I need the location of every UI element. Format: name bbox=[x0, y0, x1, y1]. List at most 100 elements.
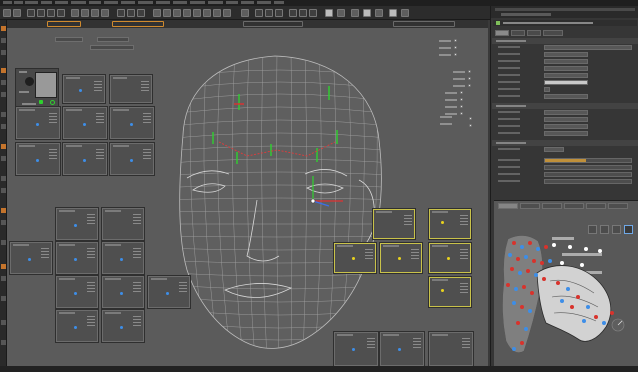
menu-mograph[interactable] bbox=[173, 1, 187, 4]
object-mode-icon[interactable] bbox=[1, 26, 6, 31]
snap-icon[interactable] bbox=[351, 9, 359, 17]
array-generator-icon[interactable] bbox=[183, 9, 191, 17]
manager-menu[interactable] bbox=[501, 13, 551, 16]
radius-field[interactable] bbox=[544, 117, 588, 122]
extrude-icon[interactable] bbox=[1, 188, 6, 193]
red-control[interactable] bbox=[510, 267, 514, 271]
control-card[interactable] bbox=[62, 74, 106, 104]
display-dropdown[interactable] bbox=[544, 110, 588, 115]
render-picture-viewer-icon[interactable] bbox=[127, 9, 135, 17]
bend-deformer-icon[interactable] bbox=[193, 9, 201, 17]
scale-tool-icon[interactable] bbox=[47, 9, 55, 17]
manager-tabs[interactable] bbox=[495, 8, 635, 11]
menu-character[interactable] bbox=[190, 1, 205, 4]
menu-animate[interactable] bbox=[104, 1, 118, 4]
redo-icon[interactable] bbox=[13, 9, 21, 17]
red-control[interactable] bbox=[556, 281, 560, 285]
red-control[interactable] bbox=[594, 315, 598, 319]
tab-coordinates[interactable] bbox=[511, 30, 525, 36]
tint-slider[interactable] bbox=[544, 158, 632, 163]
red-control[interactable] bbox=[542, 277, 546, 281]
menu-tools[interactable] bbox=[55, 1, 68, 4]
blue-control[interactable] bbox=[514, 287, 518, 291]
menu-help[interactable] bbox=[274, 1, 284, 4]
red-control[interactable] bbox=[526, 269, 530, 273]
expression-control[interactable] bbox=[460, 91, 463, 94]
pose-morph-icon[interactable] bbox=[1, 296, 6, 301]
control-card[interactable] bbox=[15, 142, 61, 176]
aspect-field[interactable] bbox=[544, 124, 588, 129]
axis-tool-icon[interactable] bbox=[1, 50, 6, 55]
enable-axis-icon[interactable] bbox=[325, 9, 333, 17]
red-control[interactable] bbox=[506, 283, 510, 287]
control-card[interactable] bbox=[101, 241, 145, 275]
render-settings-icon[interactable] bbox=[137, 9, 145, 17]
shading-dropdown[interactable] bbox=[544, 94, 588, 99]
control-card-selected[interactable] bbox=[428, 242, 472, 274]
white-control[interactable] bbox=[598, 249, 602, 253]
keyframe-icon[interactable] bbox=[1, 340, 6, 345]
expression-control[interactable] bbox=[468, 77, 471, 80]
blue-control[interactable] bbox=[548, 259, 552, 263]
red-control[interactable] bbox=[570, 305, 574, 309]
use-color-dropdown[interactable] bbox=[544, 73, 588, 78]
menu-simulate[interactable] bbox=[121, 1, 135, 4]
blue-control[interactable] bbox=[536, 247, 540, 251]
control-card-selected[interactable] bbox=[372, 208, 416, 240]
red-control[interactable] bbox=[544, 245, 548, 249]
red-control[interactable] bbox=[520, 341, 524, 345]
expression-control[interactable] bbox=[460, 98, 463, 101]
name-field[interactable] bbox=[544, 45, 632, 50]
menu-mesh[interactable] bbox=[71, 1, 86, 4]
channel-3-slider[interactable] bbox=[544, 172, 632, 177]
enable-toggle-icon[interactable] bbox=[39, 100, 43, 104]
locked-workplane-icon[interactable] bbox=[375, 9, 383, 17]
red-control[interactable] bbox=[522, 285, 526, 289]
model-mode-icon[interactable] bbox=[255, 9, 263, 17]
points-tool-icon[interactable] bbox=[1, 68, 6, 73]
menu-render[interactable] bbox=[138, 1, 153, 4]
expression-control[interactable] bbox=[468, 70, 471, 73]
control-card[interactable] bbox=[109, 106, 155, 140]
blue-control[interactable] bbox=[566, 287, 570, 291]
scale-field[interactable] bbox=[544, 147, 564, 152]
texture-mode-icon[interactable] bbox=[265, 9, 273, 17]
control-card[interactable] bbox=[379, 331, 425, 366]
blue-control[interactable] bbox=[512, 301, 516, 305]
y-axis-lock-icon[interactable] bbox=[81, 9, 89, 17]
control-card[interactable] bbox=[55, 241, 99, 275]
blue-control[interactable] bbox=[520, 245, 524, 249]
orientation-dropdown[interactable] bbox=[544, 131, 588, 136]
live-selection-icon[interactable] bbox=[27, 9, 35, 17]
workplane-mode-icon[interactable] bbox=[275, 9, 283, 17]
cube-primitive-icon[interactable] bbox=[153, 9, 161, 17]
blue-control[interactable] bbox=[586, 305, 590, 309]
expression-control[interactable] bbox=[468, 84, 471, 87]
control-card-selected[interactable] bbox=[333, 242, 377, 274]
blue-control[interactable] bbox=[524, 255, 528, 259]
menu-sculpt[interactable] bbox=[156, 1, 170, 4]
blue-control[interactable] bbox=[518, 271, 522, 275]
control-card-selected[interactable] bbox=[428, 208, 472, 240]
control-card[interactable] bbox=[147, 275, 191, 309]
blue-control[interactable] bbox=[508, 253, 512, 257]
white-control[interactable] bbox=[552, 243, 556, 247]
edges-tool-icon[interactable] bbox=[1, 80, 6, 85]
red-control[interactable] bbox=[520, 305, 524, 309]
bridge-icon[interactable] bbox=[1, 220, 6, 225]
blue-control[interactable] bbox=[524, 327, 528, 331]
make-editable-icon[interactable] bbox=[241, 9, 249, 17]
polygons-tool-icon[interactable] bbox=[1, 92, 6, 97]
blue-control[interactable] bbox=[602, 321, 606, 325]
edges-mode-icon[interactable] bbox=[299, 9, 307, 17]
joint-tool-icon[interactable] bbox=[1, 264, 6, 269]
solo-icon[interactable] bbox=[363, 9, 371, 17]
spline-pen-icon[interactable] bbox=[163, 9, 171, 17]
z-axis-lock-icon[interactable] bbox=[91, 9, 99, 17]
channel-2-slider[interactable] bbox=[544, 165, 632, 170]
control-card[interactable] bbox=[428, 331, 474, 366]
bevel-icon[interactable] bbox=[1, 208, 6, 213]
control-card[interactable] bbox=[101, 309, 145, 343]
white-control[interactable] bbox=[580, 263, 584, 267]
control-card[interactable] bbox=[101, 207, 145, 241]
